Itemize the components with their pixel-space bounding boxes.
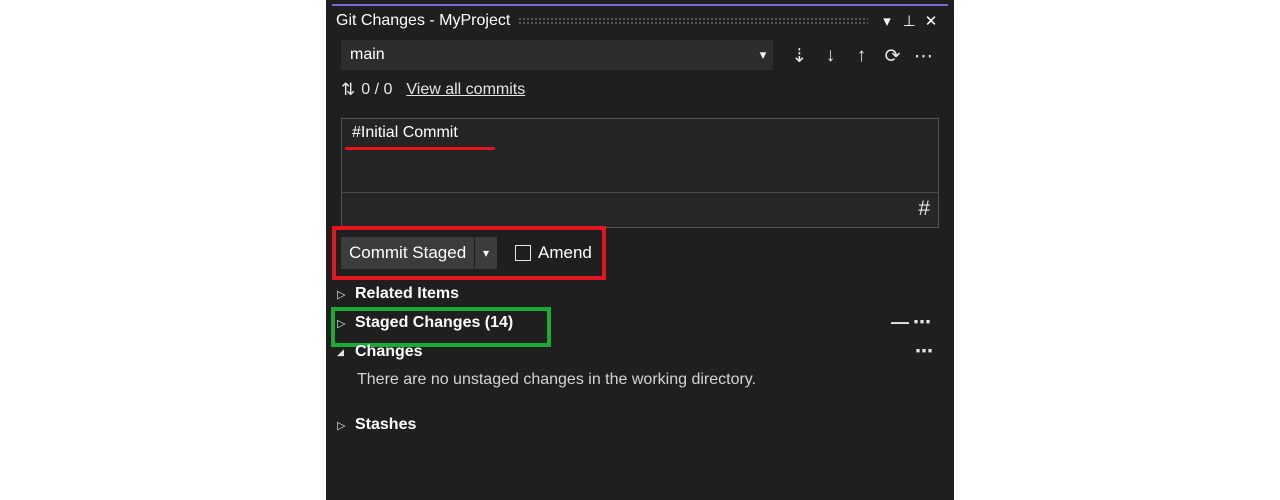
- dropdown-icon[interactable]: ▾: [876, 12, 898, 30]
- sync-icon[interactable]: ⟳: [877, 45, 908, 68]
- chevron-down-icon[interactable]: ▾: [753, 47, 773, 63]
- commit-message-input[interactable]: #Initial Commit #: [341, 118, 939, 228]
- stashes-label: Stashes: [355, 416, 417, 433]
- more-icon[interactable]: ⋯: [915, 341, 933, 362]
- pin-icon[interactable]: ⊥: [898, 12, 920, 30]
- collapse-icon[interactable]: ◢: [337, 347, 355, 358]
- staged-actions: — ⋯: [891, 312, 931, 333]
- more-icon[interactable]: ⋯: [913, 312, 931, 333]
- stashes-section[interactable]: ▷ Stashes: [337, 416, 416, 434]
- changes-section[interactable]: ◢ Changes: [337, 343, 423, 361]
- more-icon[interactable]: ⋯: [908, 45, 939, 68]
- commit-message-footer: #: [342, 192, 938, 227]
- hash-icon[interactable]: #: [918, 197, 930, 221]
- push-icon[interactable]: ↑: [846, 45, 877, 67]
- branch-name: main: [350, 46, 385, 63]
- incoming-outgoing-icon: ⇅: [341, 80, 356, 99]
- expand-icon[interactable]: ▷: [337, 288, 355, 301]
- red-highlight-annotation: [332, 226, 606, 280]
- empty-changes-message: There are no unstaged changes in the wor…: [357, 371, 757, 388]
- git-changes-panel: Git Changes - MyProject ▾ ⊥ ✕ main ▾ ⇣ ↓…: [326, 0, 954, 500]
- panel-accent-line: [332, 4, 948, 6]
- fetch-icon[interactable]: ⇣: [784, 45, 815, 68]
- close-icon[interactable]: ✕: [920, 12, 942, 30]
- branch-selector[interactable]: main ▾: [341, 40, 773, 70]
- related-items-section[interactable]: ▷ Related Items: [337, 285, 459, 303]
- pull-icon[interactable]: ↓: [815, 45, 846, 67]
- panel-title: Git Changes - MyProject: [336, 12, 511, 29]
- expand-icon[interactable]: ▷: [337, 419, 355, 432]
- commit-message-text[interactable]: #Initial Commit: [352, 124, 458, 142]
- title-bar: Git Changes - MyProject ▾ ⊥ ✕: [336, 10, 942, 32]
- unstage-all-icon[interactable]: —: [891, 312, 909, 333]
- changes-actions: ⋯: [915, 341, 933, 362]
- drag-grip[interactable]: [518, 17, 868, 25]
- view-all-commits-link[interactable]: View all commits: [406, 81, 525, 99]
- changes-label: Changes: [355, 343, 423, 360]
- commit-count: 0 / 0: [361, 81, 393, 98]
- green-highlight-annotation: [331, 307, 551, 347]
- sync-toolbar: ⇣ ↓ ↑ ⟳ ⋯: [784, 41, 939, 71]
- commits-row: ⇅ 0 / 0 View all commits: [341, 79, 525, 101]
- related-items-label: Related Items: [355, 285, 460, 302]
- red-underline-annotation: [345, 147, 495, 150]
